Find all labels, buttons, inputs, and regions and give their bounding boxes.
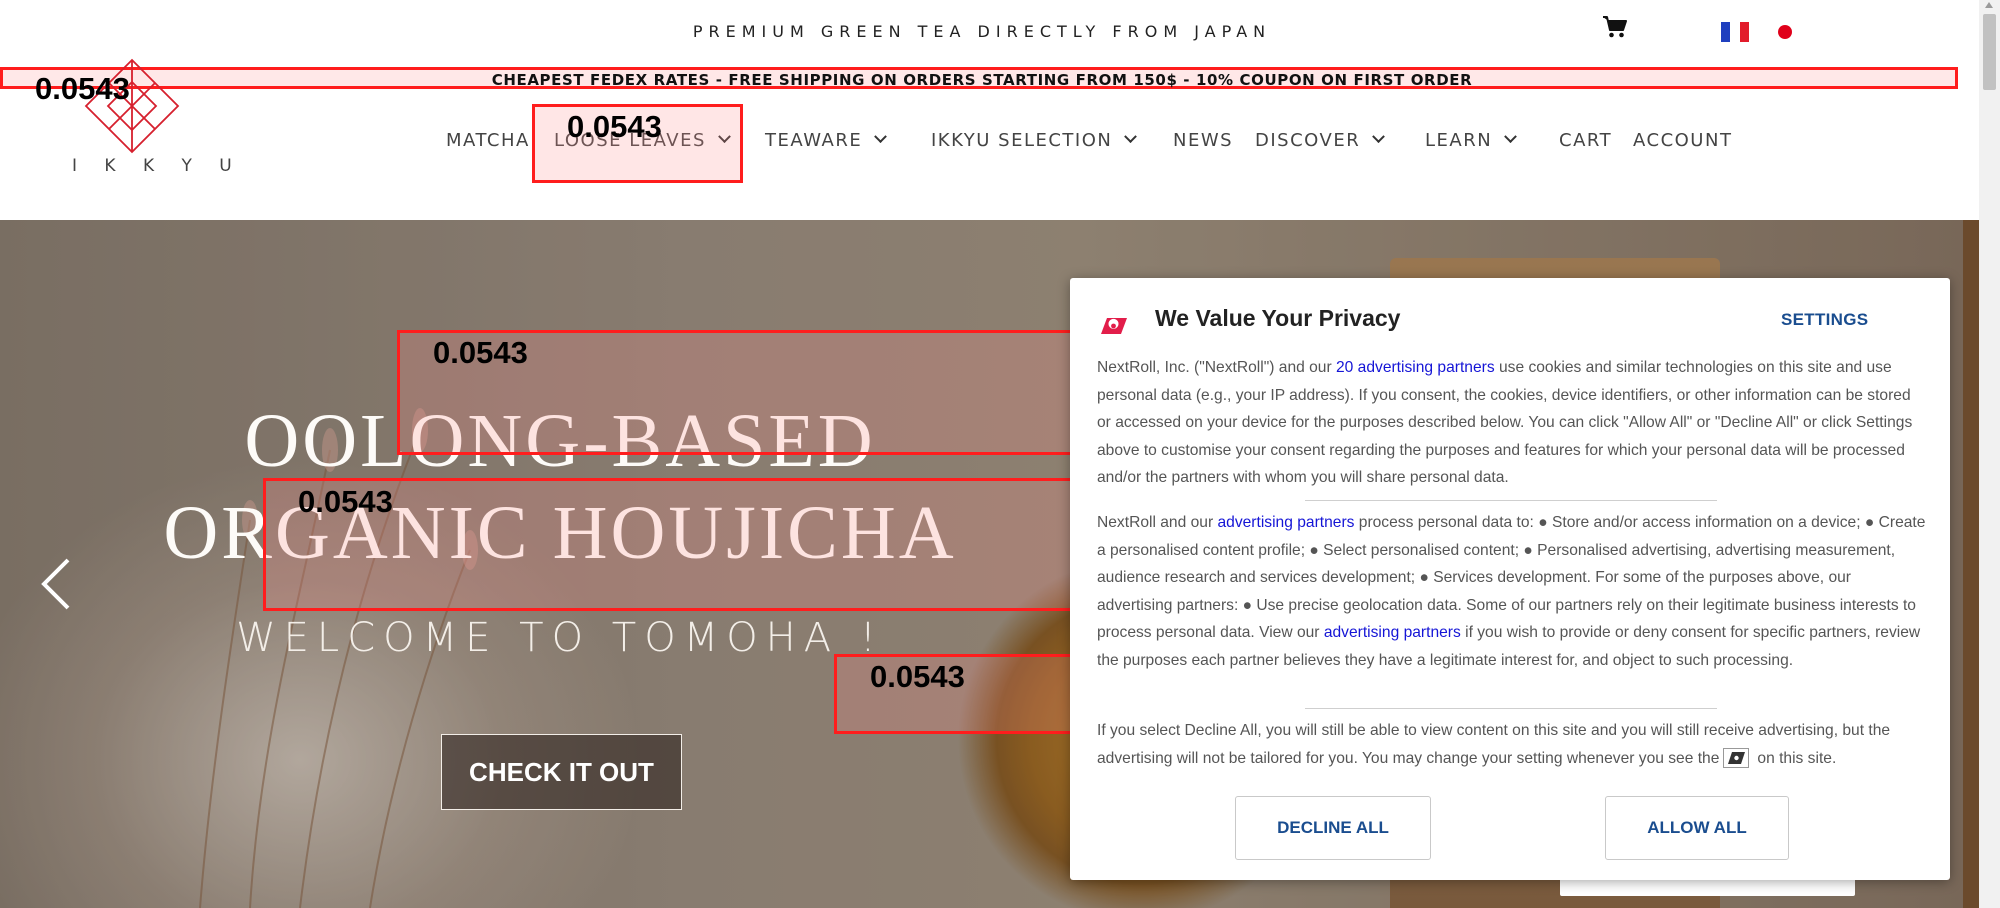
divider bbox=[1305, 708, 1717, 709]
nav-item-matcha[interactable]: MATCHA bbox=[446, 130, 530, 151]
annotation-label: 0.0543 bbox=[870, 659, 965, 694]
annotation-label: 0.0543 bbox=[298, 484, 393, 519]
cart-icon[interactable] bbox=[1602, 15, 1628, 39]
nextroll-settings-icon bbox=[1723, 747, 1750, 768]
text: NextRoll, Inc. ("NextRoll") and our bbox=[1097, 359, 1336, 376]
nav-label: ACCOUNT bbox=[1633, 130, 1733, 151]
cookie-settings-link[interactable]: SETTINGS bbox=[1781, 310, 1868, 330]
advertising-partners-link[interactable]: advertising partners bbox=[1324, 624, 1461, 641]
page-scrollbar[interactable] bbox=[1979, 0, 2000, 908]
chevron-down-icon bbox=[1504, 130, 1518, 144]
chevron-left-icon[interactable] bbox=[38, 558, 74, 610]
nav-item-cart[interactable]: CART bbox=[1559, 130, 1612, 151]
shipping-banner: CHEAPEST FEDEX RATES - FREE SHIPPING ON … bbox=[0, 67, 1958, 89]
cookie-paragraph-2: NextRoll and our advertising partners pr… bbox=[1097, 509, 1927, 674]
text: use cookies and similar technologies on … bbox=[1097, 359, 1913, 486]
text: on this site. bbox=[1757, 749, 1837, 767]
nav-label: NEWS bbox=[1173, 130, 1234, 151]
annotation-label: 0.0543 bbox=[433, 335, 528, 370]
advertising-partners-link[interactable]: 20 advertising partners bbox=[1336, 359, 1495, 376]
nav-item-news[interactable]: NEWS bbox=[1173, 130, 1233, 151]
cookie-consent-dialog: We Value Your Privacy SETTINGS NextRoll,… bbox=[1070, 278, 1950, 880]
text: process personal data to: ● Store and/or… bbox=[1097, 514, 1926, 641]
nav-item-learn[interactable]: LEARN bbox=[1425, 130, 1518, 151]
nav-item-ikkyu-selection[interactable]: IKKYU SELECTION bbox=[931, 130, 1138, 151]
flag-france-icon[interactable] bbox=[1721, 22, 1749, 42]
cookie-paragraph-1: NextRoll, Inc. ("NextRoll") and our 20 a… bbox=[1097, 354, 1927, 492]
nav-label: DISCOVER bbox=[1255, 130, 1361, 151]
decline-all-button[interactable]: DECLINE ALL bbox=[1235, 796, 1431, 860]
nav-label: MATCHA bbox=[446, 130, 530, 151]
check-it-out-button[interactable]: CHECK IT OUT bbox=[441, 734, 682, 810]
flag-japan-icon[interactable] bbox=[1771, 21, 1799, 43]
scroll-thumb[interactable] bbox=[1983, 14, 1996, 90]
nav-label: IKKYU SELECTION bbox=[931, 130, 1113, 151]
annotation-label: 0.0543 bbox=[35, 71, 130, 106]
logo-wordmark[interactable]: I K K Y U bbox=[72, 156, 243, 176]
nav-item-account[interactable]: ACCOUNT bbox=[1633, 130, 1732, 151]
nav-label: CART bbox=[1559, 130, 1613, 151]
top-tagline: PREMIUM GREEN TEA DIRECTLY FROM JAPAN bbox=[692, 22, 1272, 41]
nextroll-logo-icon bbox=[1097, 314, 1129, 338]
divider bbox=[1305, 500, 1717, 501]
page: PREMIUM GREEN TEA DIRECTLY FROM JAPAN CH… bbox=[0, 0, 2000, 908]
allow-all-button[interactable]: ALLOW ALL bbox=[1605, 796, 1789, 860]
chevron-down-icon bbox=[1124, 130, 1138, 144]
advertising-partners-link[interactable]: advertising partners bbox=[1217, 514, 1354, 531]
chevron-down-icon bbox=[1372, 130, 1386, 144]
nav-label: TEAWARE bbox=[765, 130, 863, 151]
annotation-label: 0.0543 bbox=[567, 109, 662, 144]
cookie-paragraph-3: If you select Decline All, you will stil… bbox=[1097, 717, 1927, 772]
nav-item-teaware[interactable]: TEAWARE bbox=[765, 130, 888, 151]
shipping-banner-text: CHEAPEST FEDEX RATES - FREE SHIPPING ON … bbox=[491, 71, 1473, 89]
chevron-down-icon bbox=[874, 130, 888, 144]
nav-item-discover[interactable]: DISCOVER bbox=[1255, 130, 1386, 151]
text: NextRoll and our bbox=[1097, 514, 1218, 531]
hero-edge bbox=[1963, 220, 1979, 908]
nav-label: LEARN bbox=[1425, 130, 1493, 151]
cookie-title: We Value Your Privacy bbox=[1155, 305, 1401, 331]
scroll-up-arrow-icon[interactable] bbox=[1985, 2, 1993, 8]
top-bar: PREMIUM GREEN TEA DIRECTLY FROM JAPAN bbox=[0, 0, 1979, 62]
